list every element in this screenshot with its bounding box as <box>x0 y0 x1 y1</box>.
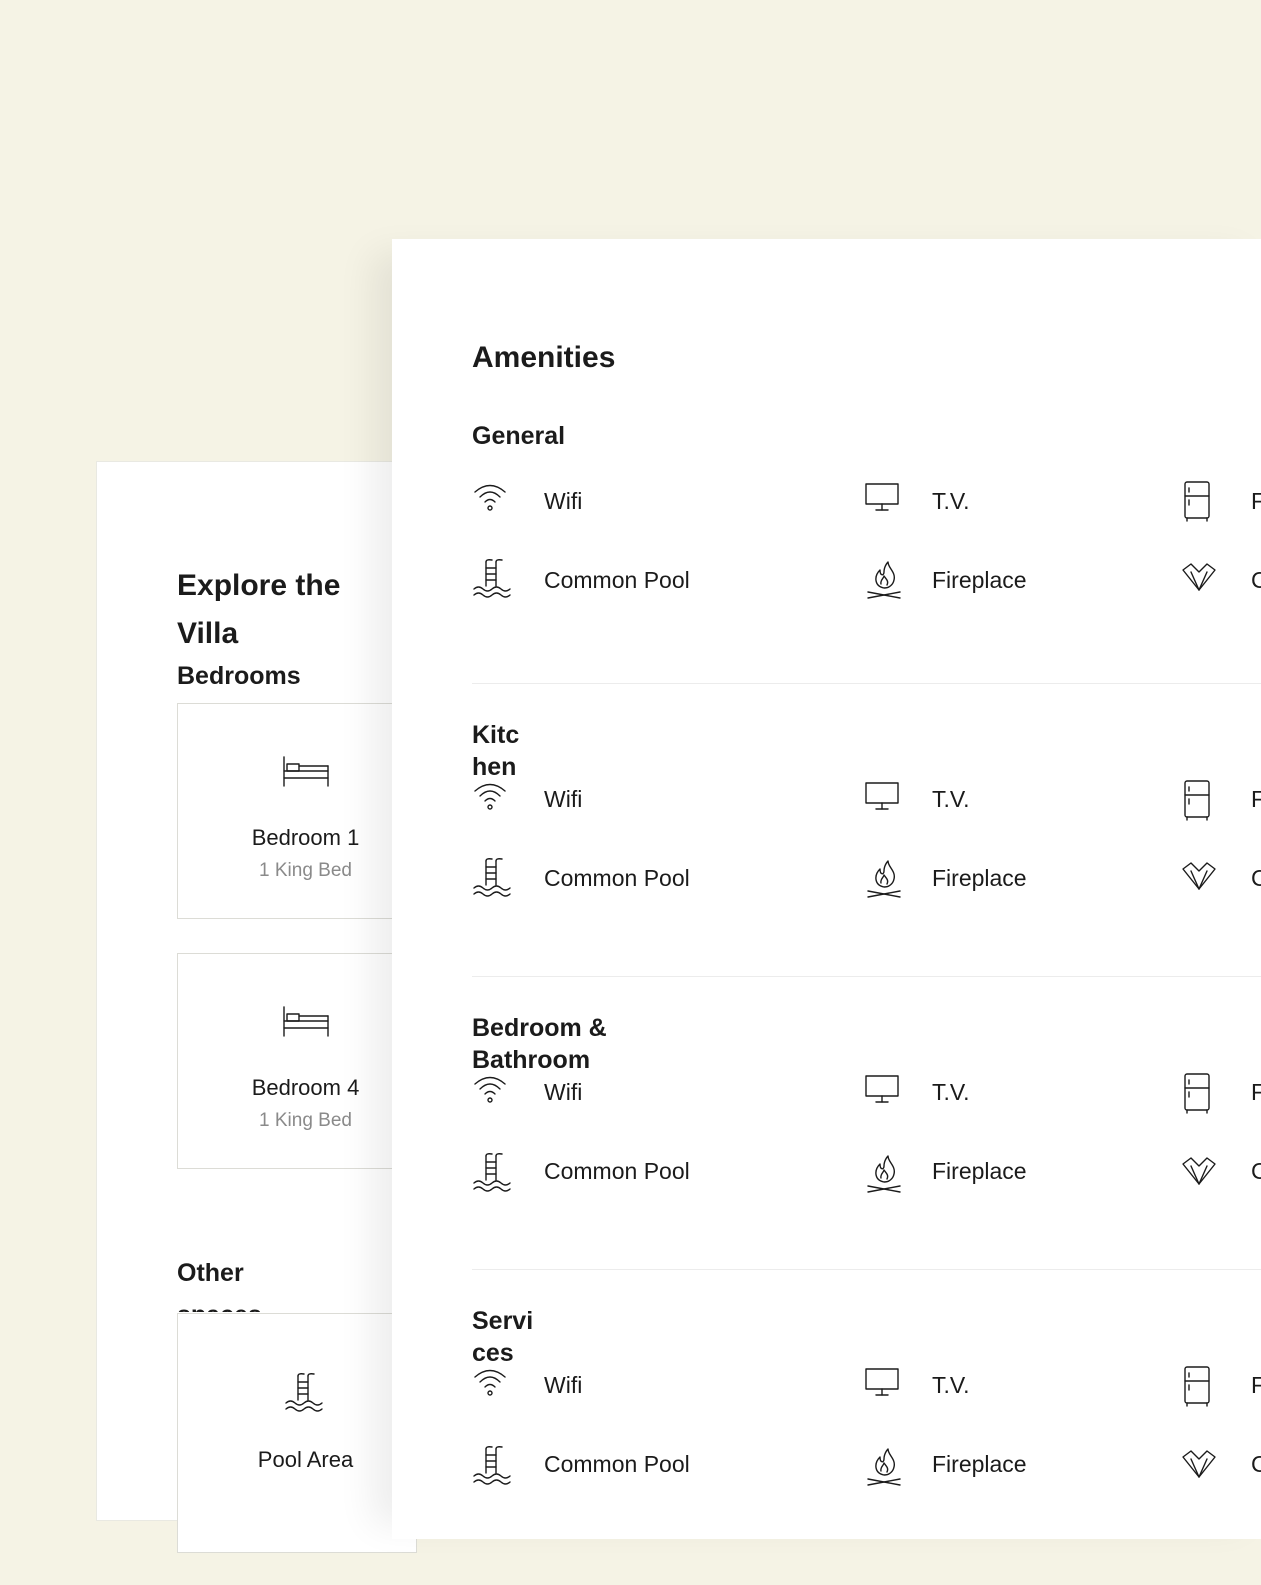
amenity-label: Wifi <box>544 1079 583 1105</box>
amenity-label: C <box>1251 1451 1261 1477</box>
amenity-label: Wifi <box>544 488 583 514</box>
amenity-label: C <box>1251 865 1261 891</box>
wifi-icon <box>472 480 508 516</box>
leaf-icon <box>1179 1152 1219 1188</box>
fridge-icon <box>1179 1365 1215 1409</box>
amenity-label: T.V. <box>932 1079 970 1105</box>
leaf-icon <box>1179 857 1219 893</box>
space-card[interactable]: Pool Area <box>177 1313 417 1553</box>
bed-icon <box>281 754 331 788</box>
amenity-label: Fireplace <box>932 1451 1027 1477</box>
wifi-icon <box>472 779 508 815</box>
section-divider <box>472 1269 1261 1270</box>
leaf-icon <box>1179 558 1219 594</box>
amenity-section: Bedroom & Bathroom Wifi T.V. F Common Pool Fi… <box>472 976 1261 1292</box>
wifi-icon <box>472 1365 508 1401</box>
tv-icon <box>864 480 900 516</box>
amenity-label: Common Pool <box>544 865 690 891</box>
amenity-label: Wifi <box>544 1372 583 1398</box>
amenity-label: C <box>1251 1158 1261 1184</box>
amenity-section-title: Kitchen <box>472 721 520 781</box>
amenity-label: Common Pool <box>544 567 690 593</box>
fireplace-icon <box>864 1445 904 1489</box>
fridge-icon <box>1179 779 1215 823</box>
pool-icon <box>284 1372 324 1416</box>
amenity-label: T.V. <box>932 488 970 514</box>
amenity-section: Kitchen Wifi T.V. F Common Pool Fireplace C <box>472 683 1261 999</box>
fridge-icon <box>1179 1072 1215 1116</box>
amenity-label: Fireplace <box>932 865 1027 891</box>
amenity-label: Common Pool <box>544 1158 690 1184</box>
tv-icon <box>864 1072 900 1108</box>
amenity-label: F <box>1251 488 1261 514</box>
leaf-icon <box>1179 1445 1219 1481</box>
bedrooms-heading: Bedrooms <box>177 662 301 690</box>
amenity-label: C <box>1251 567 1261 593</box>
fireplace-icon <box>864 1152 904 1196</box>
explore-title: Explore the Villa <box>177 569 341 650</box>
amenity-section-title: Services <box>472 1307 534 1367</box>
fireplace-icon <box>864 558 904 602</box>
amenity-label: Common Pool <box>544 1451 690 1477</box>
explore-villa-panel: Explore the Villa Bedrooms Bedroom 1 1 K… <box>96 461 426 1553</box>
pool-icon <box>472 1445 512 1489</box>
amenity-section-title: Bedroom & Bathroom <box>472 1014 607 1074</box>
tv-icon <box>864 1365 900 1401</box>
amenity-label: F <box>1251 786 1261 812</box>
amenity-label: T.V. <box>932 786 970 812</box>
fireplace-icon <box>864 857 904 901</box>
other-spaces-heading-wrap: Other spaces <box>177 1252 297 1312</box>
amenity-label: Wifi <box>544 786 583 812</box>
amenity-label: Fireplace <box>932 567 1027 593</box>
amenities-title: Amenities <box>472 341 616 374</box>
other-spaces-heading: Other spaces <box>177 1259 262 1312</box>
pool-icon <box>472 1152 512 1196</box>
amenities-panel: Amenities General Wifi T.V. F Common Pool Fir… <box>392 239 1261 1539</box>
pool-icon <box>472 857 512 901</box>
pool-icon <box>472 558 512 602</box>
fridge-icon <box>1179 480 1215 524</box>
amenity-label: T.V. <box>932 1372 970 1398</box>
amenity-section: General Wifi T.V. F Common Pool Fireplace C <box>472 406 1261 706</box>
amenity-section-title: General <box>472 422 566 450</box>
bed-icon <box>281 1004 331 1038</box>
amenity-label: Fireplace <box>932 1158 1027 1184</box>
section-divider <box>472 976 1261 977</box>
amenity-label: F <box>1251 1079 1261 1105</box>
tv-icon <box>864 779 900 815</box>
bedroom-card[interactable]: Bedroom 1 1 King Bed <box>177 703 417 919</box>
amenity-section: Services Wifi T.V. F Common Pool Fireplace C <box>472 1269 1261 1585</box>
amenity-label: F <box>1251 1372 1261 1398</box>
bedroom-card[interactable]: Bedroom 4 1 King Bed <box>177 953 417 1169</box>
wifi-icon <box>472 1072 508 1108</box>
section-divider <box>472 683 1261 684</box>
